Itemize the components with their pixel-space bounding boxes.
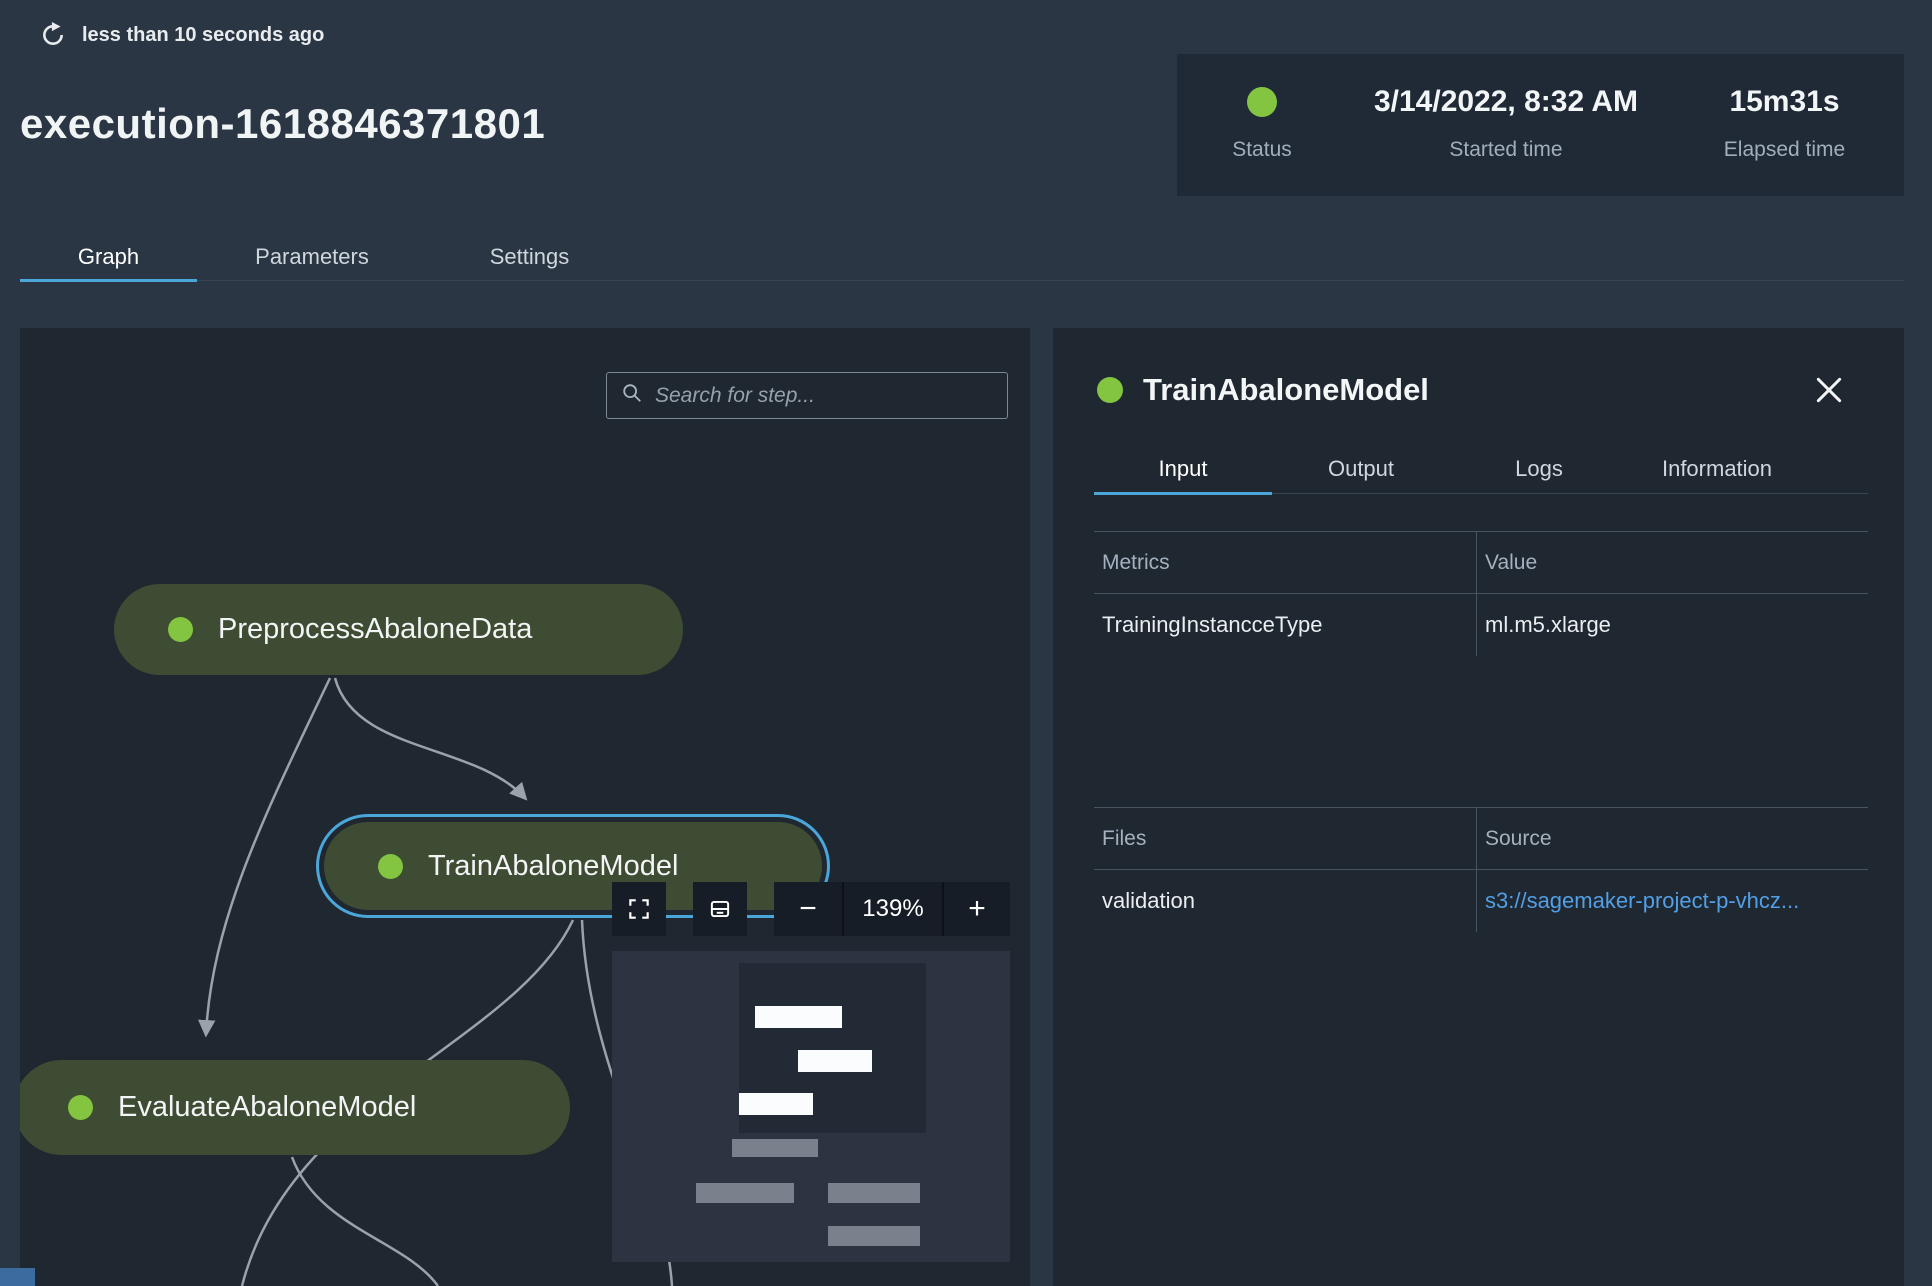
value-header-cell: Value (1476, 532, 1868, 593)
minimap-node-bar (739, 1093, 813, 1115)
bottom-left-accent (0, 1268, 35, 1286)
started-time-label: Started time (1449, 138, 1563, 161)
auto-layout-button[interactable] (693, 882, 747, 936)
node-preprocess-abalone-data[interactable]: PreprocessAbaloneData (114, 584, 683, 675)
node-label: PreprocessAbaloneData (218, 613, 533, 645)
metrics-table: Metrics Value TrainingInstancceType ml.m… (1094, 531, 1868, 656)
step-details-header: TrainAbaloneModel (1097, 372, 1429, 408)
started-time-value: 3/14/2022, 8:32 AM (1373, 85, 1639, 118)
graph-minimap[interactable] (612, 951, 1010, 1262)
tab-information[interactable]: Information (1628, 444, 1806, 493)
tab-parameters[interactable]: Parameters (197, 234, 427, 280)
node-label: EvaluateAbaloneModel (118, 1091, 417, 1123)
execution-tabs: Graph Parameters Settings (20, 234, 1904, 282)
node-status-dot (68, 1095, 93, 1120)
close-icon[interactable] (1805, 366, 1853, 414)
node-train-abalone-model-selected[interactable]: TrainAbaloneModel (316, 814, 830, 918)
tab-graph[interactable]: Graph (20, 234, 197, 282)
started-time-column: 3/14/2022, 8:32 AM Started time (1347, 78, 1665, 196)
tab-logs[interactable]: Logs (1450, 444, 1628, 493)
zoom-control: − 139% + (774, 882, 1010, 936)
metrics-table-header: Metrics Value (1094, 531, 1868, 594)
refresh-icon[interactable] (40, 22, 66, 48)
step-details-title: TrainAbaloneModel (1143, 372, 1429, 407)
files-table-header: Files Source (1094, 807, 1868, 870)
minimap-node-bar (828, 1226, 920, 1246)
step-details-panel: TrainAbaloneModel Input Output Logs Info… (1053, 328, 1904, 1286)
page-title: execution-1618846371801 (20, 100, 546, 147)
files-table: Files Source validation s3://sagemaker-p… (1094, 807, 1868, 932)
metric-value-cell: ml.m5.xlarge (1476, 594, 1868, 656)
minimap-node-bar (828, 1183, 920, 1203)
fit-to-screen-button[interactable] (612, 882, 666, 936)
last-refreshed-text: less than 10 seconds ago (82, 23, 325, 46)
metric-name-cell: TrainingInstancceType (1102, 612, 1323, 637)
search-icon (621, 382, 643, 409)
source-header-cell: Source (1476, 808, 1868, 869)
elapsed-time-label: Elapsed time (1723, 138, 1846, 161)
execution-status-card: Status 3/14/2022, 8:32 AM Started time 1… (1177, 54, 1904, 196)
s3-source-link[interactable]: s3://sagemaker-project-p-vhcz... (1485, 888, 1799, 914)
status-success-dot (1247, 87, 1277, 117)
status-label: Status (1232, 138, 1292, 161)
tab-output[interactable]: Output (1272, 444, 1450, 493)
zoom-out-button[interactable]: − (774, 882, 842, 936)
step-details-tabs: Input Output Logs Information (1094, 444, 1868, 495)
step-status-dot (1097, 377, 1123, 403)
tab-input[interactable]: Input (1094, 444, 1272, 495)
status-column: Status (1177, 78, 1347, 196)
step-search-box (606, 372, 1008, 419)
pipeline-graph-panel: PreprocessAbaloneData TrainAbaloneModel … (20, 328, 1030, 1286)
node-status-dot (168, 617, 193, 642)
minimap-node-bar (732, 1139, 818, 1157)
tab-settings[interactable]: Settings (427, 234, 632, 280)
files-header-cell: Files (1102, 826, 1147, 850)
node-label: TrainAbaloneModel (428, 849, 679, 882)
zoom-level: 139% (842, 882, 942, 936)
minimap-node-bar (798, 1050, 872, 1072)
minimap-node-bar (696, 1183, 794, 1203)
node-status-dot (378, 853, 403, 879)
zoom-in-button[interactable]: + (942, 882, 1010, 936)
refresh-row: less than 10 seconds ago (40, 22, 324, 48)
elapsed-time-column: 15m31s Elapsed time (1665, 78, 1904, 196)
step-search-input[interactable] (655, 383, 993, 408)
table-row: validation s3://sagemaker-project-p-vhcz… (1094, 870, 1868, 932)
minimap-node-bar (755, 1006, 842, 1028)
node-evaluate-abalone-model[interactable]: EvaluateAbaloneModel (20, 1060, 570, 1155)
elapsed-time-value: 15m31s (1729, 85, 1840, 118)
metrics-header-cell: Metrics (1102, 550, 1170, 574)
file-name-cell: validation (1102, 888, 1195, 913)
table-row: TrainingInstancceType ml.m5.xlarge (1094, 594, 1868, 656)
